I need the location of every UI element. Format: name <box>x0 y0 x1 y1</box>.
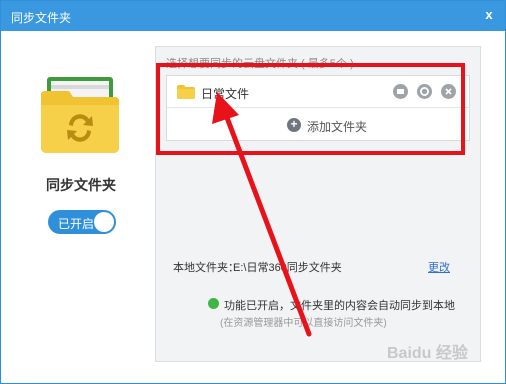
status-subtext: (在资源管理器中可以直接访问文件夹) <box>220 318 387 329</box>
close-button[interactable]: x <box>481 7 497 23</box>
local-folder-label: 本地文件夹： <box>173 262 239 274</box>
check-icon <box>208 298 219 309</box>
sync-folder-dialog: 同步文件夹 x 同步文件夹 已开启 选择想要同步的云盘文件夹 ( 最多5个 ) <box>0 0 506 384</box>
toggle-knob <box>94 212 114 232</box>
status-text: 功能已开启，文件夹里的内容会自动同步到本地 <box>224 300 455 312</box>
window-title: 同步文件夹 <box>11 11 72 25</box>
sync-toggle[interactable]: 已开启 <box>48 210 116 234</box>
title-bar: 同步文件夹 x <box>1 1 505 31</box>
left-title: 同步文件夹 <box>46 177 116 193</box>
local-folder-path: E:\日常360同步文件夹 <box>233 262 342 274</box>
watermark: Baidu 经验 <box>387 345 468 362</box>
change-folder-link[interactable]: 更改 <box>428 259 450 275</box>
highlight-box <box>156 63 465 155</box>
toggle-label: 已开启 <box>58 217 95 231</box>
sync-folder-icon <box>39 75 121 155</box>
